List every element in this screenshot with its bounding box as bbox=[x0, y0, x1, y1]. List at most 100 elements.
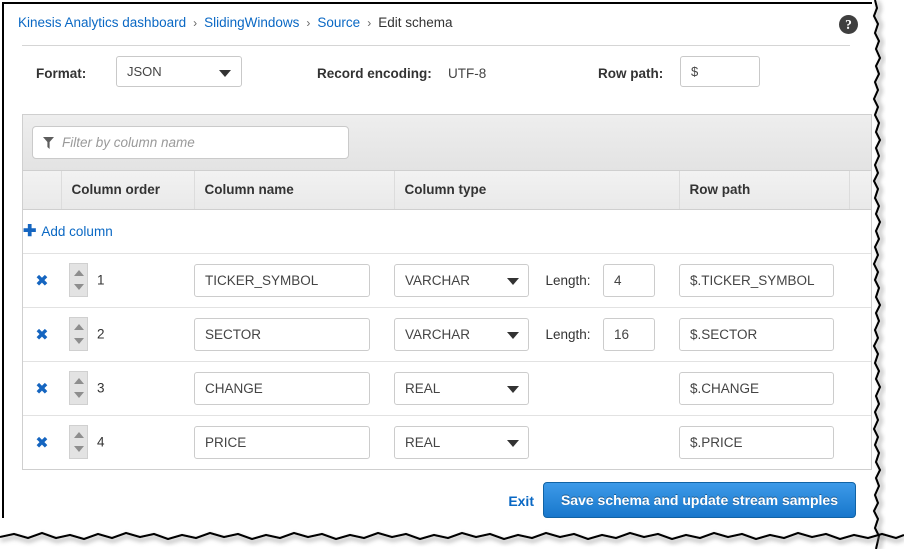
row-path-input[interactable]: $.SECTOR bbox=[679, 318, 834, 351]
add-column-button[interactable]: ✚Add column bbox=[23, 209, 871, 253]
col-header-spacer bbox=[849, 171, 871, 209]
row-path-cell: $.TICKER_SYMBOL bbox=[679, 253, 871, 307]
order-number: 4 bbox=[97, 435, 105, 450]
caret-up-icon[interactable] bbox=[74, 432, 84, 438]
schema-table: Column order Column name Column type Row… bbox=[23, 171, 871, 469]
chevron-down-icon bbox=[507, 278, 519, 285]
row-name-cell: PRICE bbox=[194, 415, 394, 469]
order-stepper[interactable] bbox=[69, 263, 88, 297]
footer-actions: Exit Save schema and update stream sampl… bbox=[4, 482, 874, 522]
chevron-down-icon bbox=[507, 332, 519, 339]
breadcrumb-item-current: Edit schema bbox=[378, 15, 452, 30]
row-path-input[interactable]: $.PRICE bbox=[679, 426, 834, 459]
table-row: ✖ 1 TICKER_SYMBOL bbox=[23, 253, 871, 307]
column-type-value: VARCHAR bbox=[405, 273, 470, 288]
add-column-row[interactable]: ✚Add column bbox=[23, 209, 871, 253]
row-actions-cell: ✖ bbox=[23, 415, 61, 469]
save-schema-button[interactable]: Save schema and update stream samples bbox=[543, 482, 856, 518]
add-column-label: Add column bbox=[41, 224, 112, 239]
order-stepper[interactable] bbox=[69, 425, 88, 459]
caret-up-icon[interactable] bbox=[74, 324, 84, 330]
column-name-input[interactable]: PRICE bbox=[194, 426, 370, 459]
row-order-cell: 4 bbox=[61, 415, 194, 469]
breadcrumb-item-slidingwindows[interactable]: SlidingWindows bbox=[204, 15, 299, 30]
delete-x-icon[interactable]: ✖ bbox=[23, 379, 61, 398]
breadcrumb-separator: › bbox=[306, 16, 310, 30]
delete-x-icon[interactable]: ✖ bbox=[23, 433, 61, 452]
row-type-cell: REAL bbox=[394, 361, 679, 415]
row-order-cell: 2 bbox=[61, 307, 194, 361]
caret-down-icon[interactable] bbox=[74, 338, 84, 344]
row-path-label: Row path: bbox=[598, 66, 663, 81]
breadcrumb-bar: Kinesis Analytics dashboard › SlidingWindo… bbox=[4, 4, 872, 44]
row-order-cell: 1 bbox=[61, 253, 194, 307]
column-type-value: REAL bbox=[405, 381, 440, 396]
format-bar: Format: JSON Record encoding: UTF-8 Row … bbox=[4, 56, 872, 98]
record-encoding-value: UTF-8 bbox=[448, 66, 486, 81]
schema-table-header-row: Column order Column name Column type Row… bbox=[23, 171, 871, 209]
row-actions-cell: ✖ bbox=[23, 253, 61, 307]
column-type-value: VARCHAR bbox=[405, 327, 470, 342]
row-type-cell: VARCHAR Length: 16 bbox=[394, 307, 679, 361]
col-header-actions bbox=[23, 171, 61, 209]
record-encoding-label: Record encoding: bbox=[317, 66, 432, 81]
filter-input-placeholder: Filter by column name bbox=[62, 135, 195, 150]
column-type-value: REAL bbox=[405, 435, 440, 450]
row-path-input[interactable]: $.CHANGE bbox=[679, 372, 834, 405]
col-header-column-type: Column type bbox=[394, 171, 679, 209]
column-type-select[interactable]: VARCHAR bbox=[394, 264, 529, 297]
breadcrumb-item-dashboard[interactable]: Kinesis Analytics dashboard bbox=[18, 15, 186, 30]
caret-up-icon[interactable] bbox=[74, 270, 84, 276]
delete-x-icon[interactable]: ✖ bbox=[23, 271, 61, 290]
column-name-input[interactable]: SECTOR bbox=[194, 318, 370, 351]
header-divider bbox=[22, 45, 850, 46]
help-icon[interactable]: ? bbox=[839, 15, 858, 34]
breadcrumb: Kinesis Analytics dashboard › SlidingWindo… bbox=[18, 15, 452, 30]
exit-button[interactable]: Exit bbox=[508, 493, 534, 509]
order-stepper[interactable] bbox=[69, 317, 88, 351]
row-path-cell: $.CHANGE bbox=[679, 361, 871, 415]
filter-funnel-icon bbox=[43, 137, 54, 149]
chevron-down-icon bbox=[507, 386, 519, 393]
column-type-select[interactable]: VARCHAR bbox=[394, 318, 529, 351]
table-row: ✖ 3 CHANGE bbox=[23, 361, 871, 415]
column-type-select[interactable]: REAL bbox=[394, 426, 529, 459]
format-select-value: JSON bbox=[127, 64, 162, 79]
caret-down-icon[interactable] bbox=[74, 392, 84, 398]
row-path-input[interactable]: $.TICKER_SYMBOL bbox=[679, 264, 834, 297]
row-path-cell: $.SECTOR bbox=[679, 307, 871, 361]
row-actions-cell: ✖ bbox=[23, 307, 61, 361]
row-path-cell: $.PRICE bbox=[679, 415, 871, 469]
filter-bar: Filter by column name bbox=[23, 115, 871, 171]
row-name-cell: TICKER_SYMBOL bbox=[194, 253, 394, 307]
col-header-column-name: Column name bbox=[194, 171, 394, 209]
row-name-cell: CHANGE bbox=[194, 361, 394, 415]
col-header-column-order: Column order bbox=[61, 171, 194, 209]
format-select[interactable]: JSON bbox=[116, 56, 242, 87]
column-name-input[interactable]: TICKER_SYMBOL bbox=[194, 264, 370, 297]
schema-panel: Filter by column name Column order bbox=[22, 114, 872, 470]
breadcrumb-item-source[interactable]: Source bbox=[317, 15, 360, 30]
screenshot-root: Kinesis Analytics dashboard › SlidingWindo… bbox=[0, 0, 904, 549]
length-input[interactable]: 16 bbox=[603, 318, 655, 351]
column-name-input[interactable]: CHANGE bbox=[194, 372, 370, 405]
column-type-select[interactable]: REAL bbox=[394, 372, 529, 405]
row-type-cell: REAL bbox=[394, 415, 679, 469]
length-label: Length: bbox=[545, 327, 590, 342]
delete-x-icon[interactable]: ✖ bbox=[23, 325, 61, 344]
torn-edge-right bbox=[870, 0, 904, 549]
order-number: 3 bbox=[97, 381, 105, 396]
caret-down-icon[interactable] bbox=[74, 446, 84, 452]
page-content: Kinesis Analytics dashboard › SlidingWindo… bbox=[2, 2, 872, 518]
caret-up-icon[interactable] bbox=[74, 378, 84, 384]
order-stepper[interactable] bbox=[69, 371, 88, 405]
length-input[interactable]: 4 bbox=[603, 264, 655, 297]
row-path-input[interactable]: $ bbox=[680, 56, 760, 87]
filter-input[interactable]: Filter by column name bbox=[32, 126, 349, 159]
table-row: ✖ 2 SECTOR bbox=[23, 307, 871, 361]
caret-down-icon[interactable] bbox=[74, 284, 84, 290]
row-name-cell: SECTOR bbox=[194, 307, 394, 361]
col-header-row-path: Row path bbox=[679, 171, 849, 209]
breadcrumb-separator: › bbox=[193, 16, 197, 30]
chevron-down-icon bbox=[507, 440, 519, 447]
